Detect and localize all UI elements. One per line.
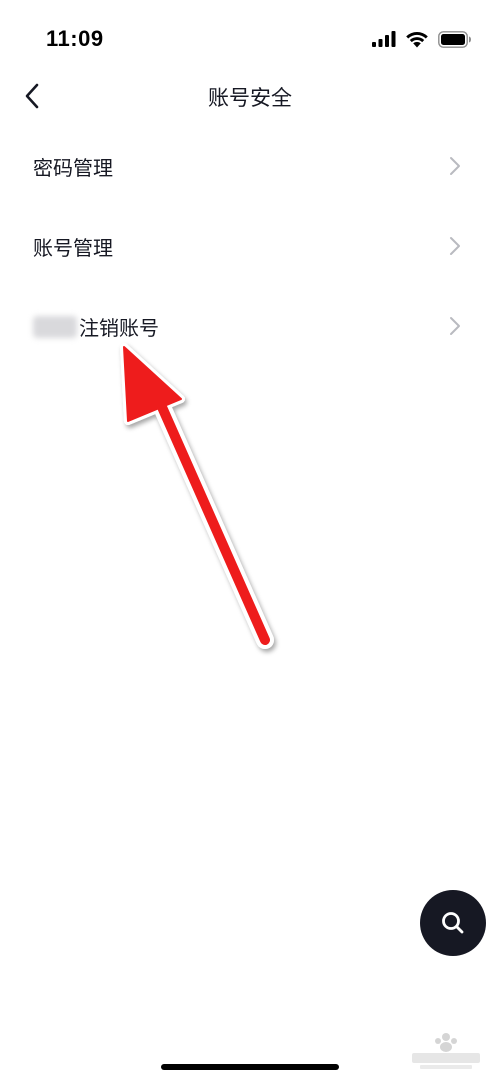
nav-bar: 账号安全 <box>0 70 500 122</box>
settings-item-label: 注销账号 <box>79 316 159 340</box>
settings-item-label: 密码管理 <box>33 156 113 180</box>
home-indicator <box>161 1064 339 1070</box>
page-title: 账号安全 <box>208 86 292 110</box>
chevron-right-icon <box>450 157 460 175</box>
settings-item-label: 账号管理 <box>33 236 113 260</box>
settings-item-deactivate-account[interactable]: 注销账号 <box>0 286 500 366</box>
chevron-right-icon <box>450 317 460 335</box>
chevron-right-icon <box>450 237 460 255</box>
settings-item-password-management[interactable]: 密码管理 <box>0 126 500 206</box>
battery-icon <box>438 30 471 48</box>
status-icons <box>372 28 472 50</box>
settings-item-label-wrapper: 注销账号 <box>33 312 159 341</box>
search-fab-button[interactable] <box>420 890 486 956</box>
search-icon <box>442 912 464 934</box>
settings-item-account-management[interactable]: 账号管理 <box>0 206 500 286</box>
status-bar: 11:09 <box>0 0 500 80</box>
settings-list: 密码管理 账号管理 注销账号 <box>0 126 500 366</box>
wifi-icon <box>406 32 428 48</box>
redacted-text-block <box>33 315 77 338</box>
status-time: 11:09 <box>46 26 104 51</box>
cellular-signal-icon <box>372 31 396 47</box>
baidu-jingyan-watermark <box>412 1033 480 1069</box>
